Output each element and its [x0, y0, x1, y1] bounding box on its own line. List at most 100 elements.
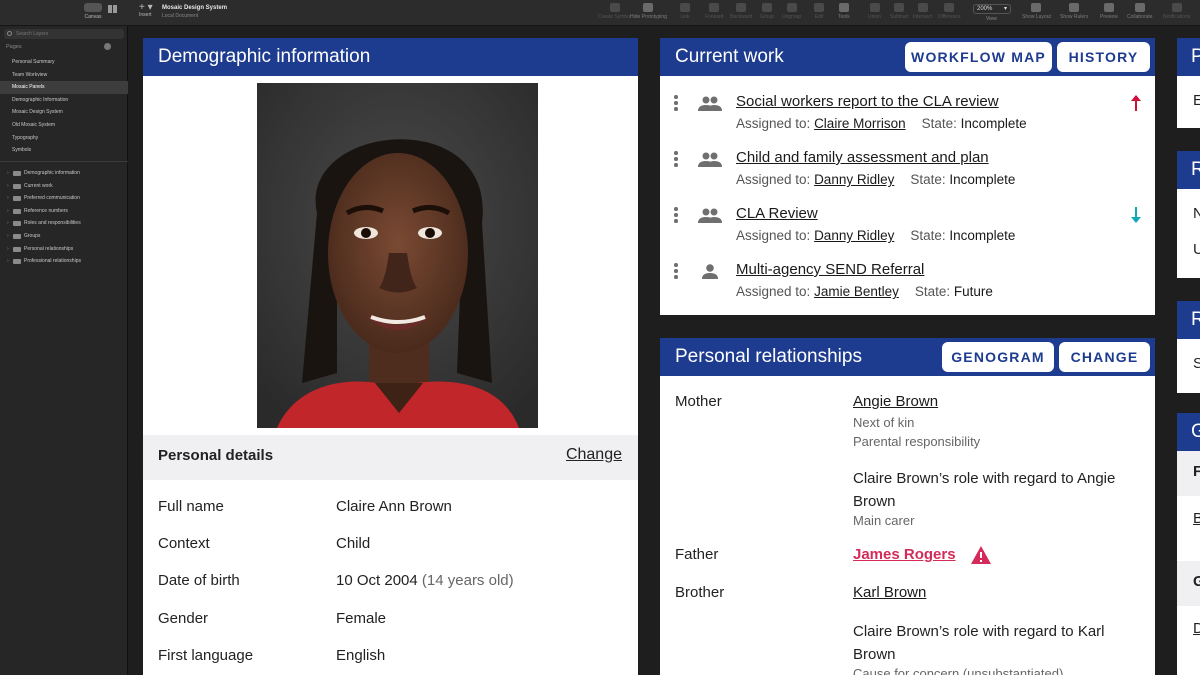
- drag-handle-icon[interactable]: [674, 151, 679, 169]
- insert-button[interactable]: + ▾ Insert: [139, 3, 153, 19]
- page-item[interactable]: Personal Summary: [0, 56, 128, 69]
- assignee-link[interactable]: Jamie Bentley: [814, 284, 899, 299]
- toolbar-button[interactable]: Preview: [1100, 3, 1118, 20]
- search-layers-input[interactable]: Search Layers: [4, 29, 124, 39]
- task-title-link[interactable]: Social workers report to the CLA review: [736, 93, 999, 110]
- toolbar-button[interactable]: Intersect: [913, 3, 932, 20]
- toolbar-button[interactable]: Link: [680, 3, 690, 20]
- folder-icon: [13, 259, 21, 265]
- assigned-label: Assigned to:: [736, 228, 811, 243]
- relative-link-angie-brown[interactable]: Angie Brown: [853, 393, 938, 410]
- change-relationships-button[interactable]: CHANGE: [1059, 342, 1150, 372]
- sidebar-divider: [0, 161, 128, 162]
- relative-link-james-rogers[interactable]: James Rogers: [853, 546, 956, 563]
- partial-panel-title: R: [1177, 301, 1200, 339]
- layer-item[interactable]: › Roles and responsibilities: [0, 217, 128, 230]
- zoom-select[interactable]: 200% ▾: [973, 4, 1011, 14]
- personal-details-title: Personal details: [158, 447, 274, 464]
- chevron-down-icon: ▾: [1003, 6, 1007, 12]
- task-title-link[interactable]: Multi-agency SEND Referral: [736, 261, 924, 278]
- toolbar-action-icon: [917, 3, 928, 12]
- relative-link-karl-brown[interactable]: Karl Brown: [853, 584, 926, 601]
- zoom-label: View: [986, 16, 997, 22]
- detail-label: Gender: [158, 610, 209, 627]
- chevron-right-icon: ›: [7, 258, 9, 265]
- toolbar-action-icon: [1103, 3, 1114, 12]
- toolbar-button[interactable]: Create Symbol: [598, 3, 631, 20]
- warning-icon: [970, 545, 992, 570]
- toolbar-action-icon: [838, 3, 849, 12]
- add-page-icon[interactable]: [104, 43, 111, 50]
- page-item[interactable]: Symbols: [0, 144, 128, 157]
- folder-icon: [13, 171, 21, 176]
- toolbar-button[interactable]: Tools: [838, 3, 850, 20]
- role-description-brother: Claire Brown’s role with regard to Karl …: [853, 623, 1105, 663]
- layer-item[interactable]: › Current work: [0, 180, 128, 193]
- partial-panel-text: E: [1193, 92, 1200, 109]
- partial-panel-band: F: [1177, 451, 1200, 496]
- page-item[interactable]: Typography: [0, 132, 128, 145]
- components-grid-icon[interactable]: [108, 5, 117, 13]
- task-title-link[interactable]: CLA Review: [736, 205, 818, 222]
- drag-handle-icon[interactable]: [674, 263, 679, 281]
- toolbar-action-icon: [1171, 3, 1182, 12]
- toolbar-button[interactable]: Ungroup: [782, 3, 801, 20]
- layer-item[interactable]: › Groups: [0, 230, 128, 243]
- state-label: State:: [921, 116, 957, 131]
- layer-item[interactable]: › Preferred communication: [0, 192, 128, 205]
- drag-handle-icon[interactable]: [674, 95, 679, 113]
- partial-panel-text: N: [1193, 205, 1200, 222]
- partial-panel-text: U: [1193, 241, 1200, 258]
- task-meta: Assigned to: Claire Morrison State: Incom…: [736, 116, 1027, 131]
- layer-label: Professional relationships: [24, 258, 81, 265]
- toolbar-button[interactable]: Subtract: [890, 3, 909, 20]
- layer-item[interactable]: › Demographic information: [0, 167, 128, 180]
- page-item[interactable]: Team Workview: [0, 69, 128, 82]
- state-label: State:: [910, 172, 946, 187]
- toolbar-button[interactable]: Show Rulers: [1060, 3, 1088, 20]
- page-item[interactable]: Old Mosaic System: [0, 119, 128, 132]
- toolbar-action-icon: [869, 3, 880, 12]
- task-title-link[interactable]: Child and family assessment and plan: [736, 149, 989, 166]
- assignee-link[interactable]: Danny Ridley: [814, 172, 894, 187]
- detail-value-extra: (14 years old): [421, 572, 514, 589]
- toolbar-button[interactable]: Forward: [705, 3, 723, 20]
- assignee-link[interactable]: Danny Ridley: [814, 228, 894, 243]
- chevron-right-icon: ›: [7, 195, 9, 202]
- toolbar-button-label: Notifications: [1163, 14, 1191, 20]
- drag-handle-icon[interactable]: [674, 207, 679, 225]
- toolbar-button[interactable]: Group: [760, 3, 774, 20]
- assignee-link[interactable]: Claire Morrison: [814, 116, 906, 131]
- toolbar-button[interactable]: Notifications: [1163, 3, 1190, 20]
- page-item[interactable]: Mosaic Design System: [0, 106, 128, 119]
- layer-item[interactable]: › Reference numbers: [0, 205, 128, 218]
- workflow-map-button[interactable]: WORKFLOW MAP: [905, 42, 1052, 72]
- change-personal-details-link[interactable]: Change: [566, 446, 622, 464]
- toolbar-button[interactable]: Backward: [730, 3, 752, 20]
- partial-panel-title: G: [1177, 413, 1200, 451]
- toolbar-button[interactable]: Collaborate: [1127, 3, 1153, 20]
- page-item[interactable]: Mosaic Panels: [0, 81, 128, 94]
- layer-label: Demographic information: [24, 170, 80, 176]
- canvas-tab[interactable]: Canvas: [84, 3, 102, 20]
- insert-label: Insert: [139, 12, 152, 18]
- partial-panel-2: R N U: [1177, 151, 1200, 278]
- people-icon: [698, 152, 722, 173]
- partial-panel-text: G: [1193, 573, 1200, 590]
- layer-item[interactable]: › Personal relationships: [0, 243, 128, 256]
- genogram-button[interactable]: GENOGRAM: [942, 342, 1054, 372]
- history-button[interactable]: HISTORY: [1057, 42, 1150, 72]
- detail-value-text: Female: [336, 610, 387, 627]
- toolbar-button[interactable]: Edit: [814, 3, 824, 20]
- detail-value: Claire Ann Brown: [336, 498, 452, 515]
- toolbar-action-icon: [643, 3, 654, 12]
- current-work-panel: Current work WORKFLOW MAP HISTORY Social…: [660, 38, 1155, 315]
- task-item: CLA Review Assigned to: Danny Ridley State…: [660, 202, 1155, 258]
- toolbar-button[interactable]: Difference: [938, 3, 961, 20]
- toolbar-button[interactable]: Hide Prototyping: [630, 3, 667, 20]
- page-item[interactable]: Demographic Information: [0, 94, 128, 107]
- toolbar-action-icon: [1134, 3, 1145, 12]
- layer-item[interactable]: › Professional relationships: [0, 255, 128, 268]
- toolbar-button[interactable]: Show Layout: [1022, 3, 1051, 20]
- toolbar-button[interactable]: Union: [868, 3, 881, 20]
